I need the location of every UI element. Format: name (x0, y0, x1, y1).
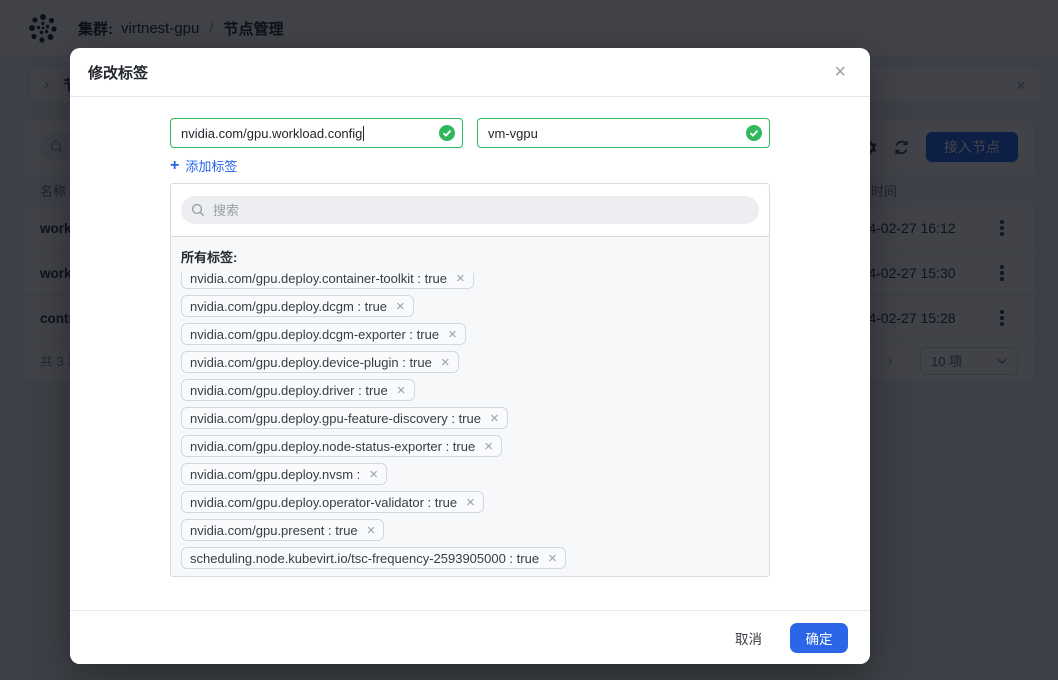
label-chip: nvidia.com/gpu.deploy.node-status-export… (181, 435, 502, 457)
valid-check-icon (439, 125, 455, 141)
remove-label-icon[interactable]: × (490, 411, 499, 426)
valid-check-icon (746, 125, 762, 141)
label-value-field-wrap: vm-vgpu (477, 118, 770, 148)
label-key-value: nvidia.com/gpu.workload.config (181, 126, 362, 141)
remove-label-icon[interactable]: × (448, 327, 457, 342)
all-labels-title: 所有标签: (181, 247, 759, 266)
remove-label-icon[interactable]: × (548, 551, 557, 566)
label-search-area (171, 184, 769, 236)
label-chip: nvidia.com/gpu.deploy.gpu-feature-discov… (181, 407, 508, 429)
remove-label-icon[interactable]: × (397, 383, 406, 398)
label-chip: nvidia.com/gpu.deploy.nvsm :× (181, 463, 387, 485)
modal-header: 修改标签 × (70, 48, 870, 97)
edit-labels-modal: 修改标签 × nvidia.com/gpu.workload.config vm… (70, 48, 870, 664)
modal-body: nvidia.com/gpu.workload.config vm-vgpu (70, 97, 870, 577)
all-labels-list: 所有标签: nvidia.com/gpu.deploy.container-to… (171, 236, 769, 576)
remove-label-icon[interactable]: × (369, 467, 378, 482)
label-chip: nvidia.com/gpu.present : true× (181, 519, 384, 541)
add-label-text: 添加标签 (185, 156, 237, 175)
label-chips: nvidia.com/gpu.deploy.container-toolkit … (181, 273, 759, 575)
search-icon (191, 203, 205, 217)
label-chip: scheduling.node.kubevirt.io/tsc-frequenc… (181, 547, 566, 569)
modal-close-icon[interactable]: × (834, 62, 846, 82)
label-chip: nvidia.com/gpu.deploy.driver : true× (181, 379, 415, 401)
remove-label-icon[interactable]: × (396, 299, 405, 314)
remove-label-icon[interactable]: × (466, 495, 475, 510)
label-chip: nvidia.com/gpu.deploy.device-plugin : tr… (181, 351, 459, 373)
plus-icon: + (170, 158, 179, 174)
cancel-button[interactable]: 取消 (735, 628, 762, 648)
label-chip: nvidia.com/gpu.deploy.dcgm-exporter : tr… (181, 323, 466, 345)
all-labels-panel: 所有标签: nvidia.com/gpu.deploy.container-to… (170, 183, 770, 577)
label-key-field-wrap: nvidia.com/gpu.workload.config (170, 118, 463, 148)
label-key-value-row: nvidia.com/gpu.workload.config vm-vgpu (170, 118, 770, 148)
label-value-value: vm-vgpu (488, 126, 538, 141)
label-chip: nvidia.com/gpu.deploy.operator-validator… (181, 491, 484, 513)
confirm-button[interactable]: 确定 (790, 623, 848, 653)
remove-label-icon[interactable]: × (456, 273, 465, 286)
label-chip: nvidia.com/gpu.deploy.dcgm : true× (181, 295, 414, 317)
remove-label-icon[interactable]: × (484, 439, 493, 454)
label-search-box[interactable] (181, 196, 759, 224)
remove-label-icon[interactable]: × (441, 355, 450, 370)
label-value-input[interactable]: vm-vgpu (477, 118, 770, 148)
label-chip: nvidia.com/gpu.deploy.container-toolkit … (181, 273, 474, 289)
modal-footer: 取消 确定 (70, 610, 870, 664)
label-search-input[interactable] (213, 203, 749, 218)
modal-title: 修改标签 (88, 62, 148, 83)
label-key-input[interactable]: nvidia.com/gpu.workload.config (170, 118, 463, 148)
text-caret (363, 126, 364, 141)
remove-label-icon[interactable]: × (367, 523, 376, 538)
add-label-button[interactable]: + 添加标签 (170, 157, 237, 174)
